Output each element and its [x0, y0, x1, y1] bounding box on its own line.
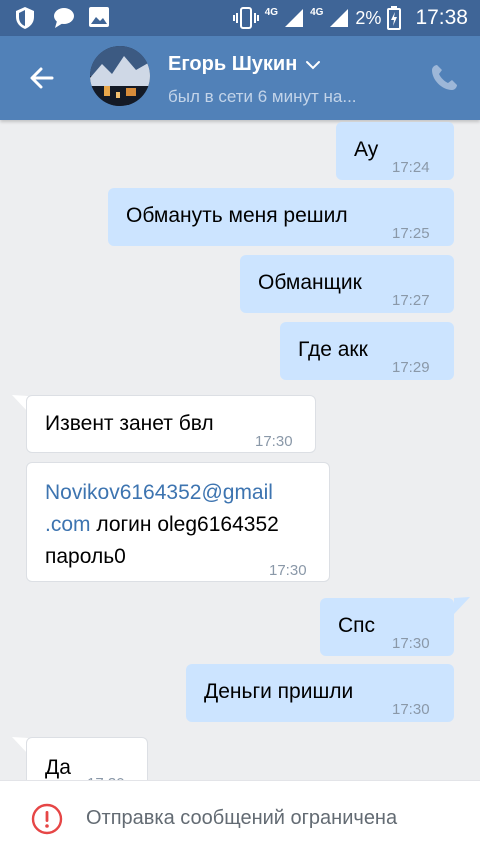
- network-type-a: 4G: [264, 6, 279, 18]
- message-text: Извент занет бвл: [45, 412, 214, 435]
- message-bubble[interactable]: Деньги пришли 17:30: [186, 664, 454, 722]
- chat-header: Егорь Шукин был в сети 6 минут на...: [0, 36, 480, 120]
- image-icon: [89, 7, 109, 27]
- restriction-notice: Отправка сообщений ограничена: [86, 807, 398, 829]
- message-text: Где акк: [298, 338, 368, 361]
- contact-name[interactable]: Егорь Шукин: [168, 53, 297, 76]
- message-time: 17:24: [392, 159, 430, 176]
- messaging-restricted-bar: Отправка сообщений ограничена: [0, 780, 480, 855]
- message-bubble[interactable]: Извент занет бвл 17:30: [26, 395, 316, 453]
- message-bubble[interactable]: Где акк 17:29: [280, 322, 454, 380]
- message-time: 17:30: [269, 562, 307, 579]
- message-time: 17:30: [392, 701, 430, 718]
- shield-icon: [16, 7, 34, 29]
- battery-charging-icon: [387, 6, 402, 30]
- message-time: 17:30: [255, 433, 293, 450]
- email-link[interactable]: .com: [45, 513, 91, 536]
- avatar[interactable]: [90, 46, 150, 106]
- signal-icon: [330, 9, 349, 27]
- last-seen-status: был в сети 6 минут на...: [168, 87, 357, 106]
- message-text: Обмануть меня решил: [126, 204, 348, 227]
- warning-circle-icon: [31, 803, 63, 835]
- email-link[interactable]: Novikov6164352@gmail: [45, 481, 273, 504]
- vibrate-icon: [232, 7, 259, 29]
- message-text: пароль0: [45, 545, 126, 568]
- clock: 17:38: [415, 6, 468, 29]
- chevron-down-icon[interactable]: [305, 60, 321, 70]
- chat-icon: [54, 8, 74, 28]
- message-list[interactable]: Ау 17:24 Обмануть меня решил 17:25 Обман…: [0, 120, 480, 780]
- message-time: 17:30: [87, 768, 125, 780]
- message-time: 17:30: [392, 635, 430, 652]
- message-time: 17:29: [392, 359, 430, 376]
- message-bubble[interactable]: Обмануть меня решил 17:25: [108, 188, 454, 246]
- message-bubble[interactable]: Обманщик 17:27: [240, 255, 454, 313]
- message-bubble[interactable]: Ау 17:24: [336, 122, 454, 180]
- signal-icon: [285, 9, 304, 27]
- message-text: логин oleg6164352: [90, 513, 279, 536]
- phone-icon[interactable]: [428, 62, 460, 94]
- message-time: 17:25: [392, 225, 430, 242]
- message-bubble[interactable]: Novikov6164352@gmail .com логин oleg6164…: [26, 462, 330, 582]
- message-bubble[interactable]: Да 17:30: [26, 737, 148, 780]
- back-arrow-icon[interactable]: [22, 58, 62, 98]
- message-text: Спс: [338, 614, 376, 637]
- status-bar: 4G 4G 2% 17:38: [0, 0, 480, 36]
- network-type-b: 4G: [310, 6, 324, 18]
- message-text: Да: [45, 756, 71, 779]
- battery-percent: 2%: [355, 7, 382, 28]
- message-time: 17:27: [392, 292, 430, 309]
- message-bubble[interactable]: Спс 17:30: [320, 598, 454, 656]
- message-text: Ау: [354, 138, 379, 161]
- message-text: Обманщик: [258, 271, 362, 294]
- message-text: Деньги пришли: [204, 680, 354, 703]
